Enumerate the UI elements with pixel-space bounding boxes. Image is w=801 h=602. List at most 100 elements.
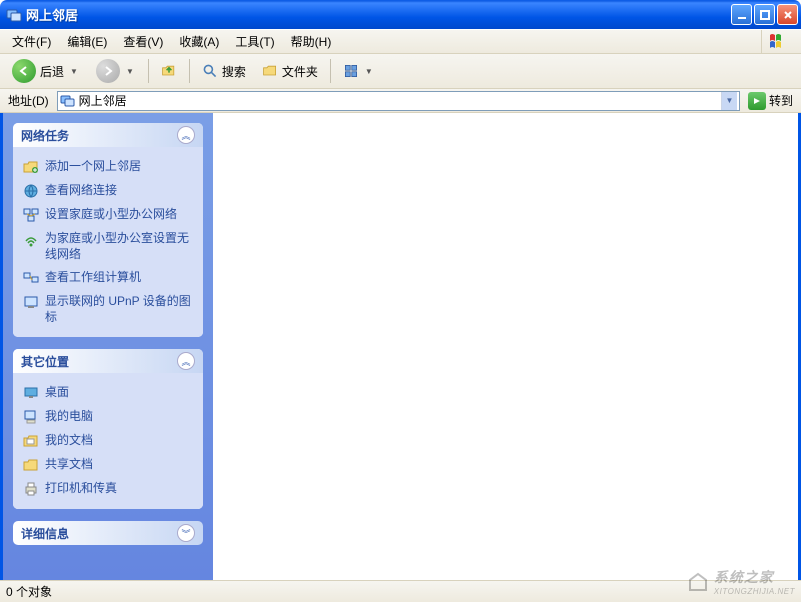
panel-other-places-header[interactable]: 其它位置 ︽ — [13, 349, 203, 373]
window-controls — [731, 4, 798, 25]
place-desktop[interactable]: 桌面 — [23, 381, 193, 405]
maximize-button[interactable] — [754, 4, 775, 25]
network-setup-icon — [23, 207, 39, 223]
toolbar-separator — [189, 59, 190, 83]
main-area: 网络任务 ︽ 添加一个网上邻居 查看网络连接 设置家庭或小型办公网络 — [0, 113, 801, 580]
go-icon — [748, 92, 766, 110]
watermark: 系统之家 XITONGZHIJIA.NET — [686, 567, 795, 596]
collapse-icon: ︽ — [177, 126, 195, 144]
panel-details: 详细信息 ︾ — [13, 521, 203, 545]
panel-network-tasks-body: 添加一个网上邻居 查看网络连接 设置家庭或小型办公网络 为家庭或小型办公室设置无… — [13, 147, 203, 337]
up-button[interactable] — [155, 61, 183, 81]
forward-icon — [96, 59, 120, 83]
sidebar: 网络任务 ︽ 添加一个网上邻居 查看网络连接 设置家庭或小型办公网络 — [3, 113, 213, 580]
expand-icon: ︾ — [177, 524, 195, 542]
menu-view[interactable]: 查看(V) — [115, 30, 171, 53]
printer-icon — [23, 481, 39, 497]
views-dropdown-icon[interactable]: ▼ — [363, 67, 375, 76]
documents-icon — [23, 433, 39, 449]
place-my-computer[interactable]: 我的电脑 — [23, 405, 193, 429]
workgroup-icon — [23, 270, 39, 286]
menu-help[interactable]: 帮助(H) — [283, 30, 340, 53]
globe-icon — [23, 183, 39, 199]
place-label: 我的电脑 — [45, 409, 93, 425]
task-label: 查看网络连接 — [45, 183, 117, 199]
minimize-button[interactable] — [731, 4, 752, 25]
address-icon — [60, 93, 76, 109]
task-label: 为家庭或小型办公室设置无线网络 — [45, 231, 193, 262]
toolbar: 后退 ▼ ▼ 搜索 文件夹 ▼ — [0, 54, 801, 89]
panel-network-tasks: 网络任务 ︽ 添加一个网上邻居 查看网络连接 设置家庭或小型办公网络 — [13, 123, 203, 337]
panel-network-tasks-title: 网络任务 — [21, 127, 177, 144]
go-button[interactable]: 转到 — [744, 92, 797, 110]
place-printers[interactable]: 打印机和传真 — [23, 477, 193, 501]
window-title: 网上邻居 — [26, 5, 731, 24]
content-pane[interactable] — [213, 113, 798, 580]
menu-bar: 文件(F) 编辑(E) 查看(V) 收藏(A) 工具(T) 帮助(H) — [0, 29, 801, 54]
forward-dropdown-icon[interactable]: ▼ — [124, 67, 136, 76]
watermark-icon — [686, 570, 710, 594]
task-label: 设置家庭或小型办公网络 — [45, 207, 177, 223]
collapse-icon: ︽ — [177, 352, 195, 370]
close-button[interactable] — [777, 4, 798, 25]
place-label: 共享文档 — [45, 457, 93, 473]
go-label: 转到 — [769, 92, 793, 109]
place-label: 桌面 — [45, 385, 69, 401]
menu-file[interactable]: 文件(F) — [4, 30, 59, 53]
task-label: 显示联网的 UPnP 设备的图标 — [45, 294, 193, 325]
watermark-url: XITONGZHIJIA.NET — [714, 587, 795, 596]
folder-add-icon — [23, 159, 39, 175]
address-bar: 地址(D) 网上邻居 ▼ 转到 — [0, 89, 801, 113]
task-setup-wireless[interactable]: 为家庭或小型办公室设置无线网络 — [23, 227, 193, 266]
task-show-upnp[interactable]: 显示联网的 UPnP 设备的图标 — [23, 290, 193, 329]
folder-up-icon — [161, 63, 177, 79]
place-label: 我的文档 — [45, 433, 93, 449]
address-label: 地址(D) — [4, 92, 53, 109]
forward-button[interactable]: ▼ — [90, 57, 142, 85]
panel-details-header[interactable]: 详细信息 ︾ — [13, 521, 203, 545]
back-icon — [12, 59, 36, 83]
folders-label: 文件夹 — [282, 63, 318, 80]
menu-edit[interactable]: 编辑(E) — [59, 30, 115, 53]
task-label: 添加一个网上邻居 — [45, 159, 141, 175]
task-label: 查看工作组计算机 — [45, 270, 141, 286]
place-my-documents[interactable]: 我的文档 — [23, 429, 193, 453]
app-icon — [6, 7, 22, 23]
menu-favorites[interactable]: 收藏(A) — [171, 30, 227, 53]
address-input[interactable]: 网上邻居 ▼ — [57, 91, 740, 111]
status-bar: 0 个对象 — [0, 580, 801, 602]
task-view-connections[interactable]: 查看网络连接 — [23, 179, 193, 203]
back-dropdown-icon[interactable]: ▼ — [68, 67, 80, 76]
panel-network-tasks-header[interactable]: 网络任务 ︽ — [13, 123, 203, 147]
views-button[interactable]: ▼ — [337, 61, 381, 81]
task-add-network-place[interactable]: 添加一个网上邻居 — [23, 155, 193, 179]
windows-logo-icon — [761, 30, 797, 54]
panel-other-places-body: 桌面 我的电脑 我的文档 共享文档 打印机和传真 — [13, 373, 203, 509]
task-setup-network[interactable]: 设置家庭或小型办公网络 — [23, 203, 193, 227]
toolbar-separator — [330, 59, 331, 83]
place-shared-documents[interactable]: 共享文档 — [23, 453, 193, 477]
computer-icon — [23, 409, 39, 425]
upnp-icon — [23, 294, 39, 310]
watermark-text: 系统之家 — [714, 567, 795, 587]
address-dropdown-icon[interactable]: ▼ — [721, 92, 737, 110]
title-bar: 网上邻居 — [0, 0, 801, 29]
views-icon — [343, 63, 359, 79]
folders-button[interactable]: 文件夹 — [256, 61, 324, 82]
wireless-icon — [23, 231, 39, 247]
folders-icon — [262, 63, 278, 79]
menu-tools[interactable]: 工具(T) — [227, 30, 282, 53]
panel-other-places-title: 其它位置 — [21, 353, 177, 370]
status-text: 0 个对象 — [6, 583, 52, 600]
address-text: 网上邻居 — [79, 92, 718, 109]
back-label: 后退 — [40, 63, 64, 80]
panel-other-places: 其它位置 ︽ 桌面 我的电脑 我的文档 共享文档 — [13, 349, 203, 509]
desktop-icon — [23, 385, 39, 401]
search-button[interactable]: 搜索 — [196, 61, 252, 82]
shared-folder-icon — [23, 457, 39, 473]
task-view-workgroup[interactable]: 查看工作组计算机 — [23, 266, 193, 290]
place-label: 打印机和传真 — [45, 481, 117, 497]
panel-details-title: 详细信息 — [21, 525, 177, 542]
back-button[interactable]: 后退 ▼ — [6, 57, 86, 85]
search-icon — [202, 63, 218, 79]
